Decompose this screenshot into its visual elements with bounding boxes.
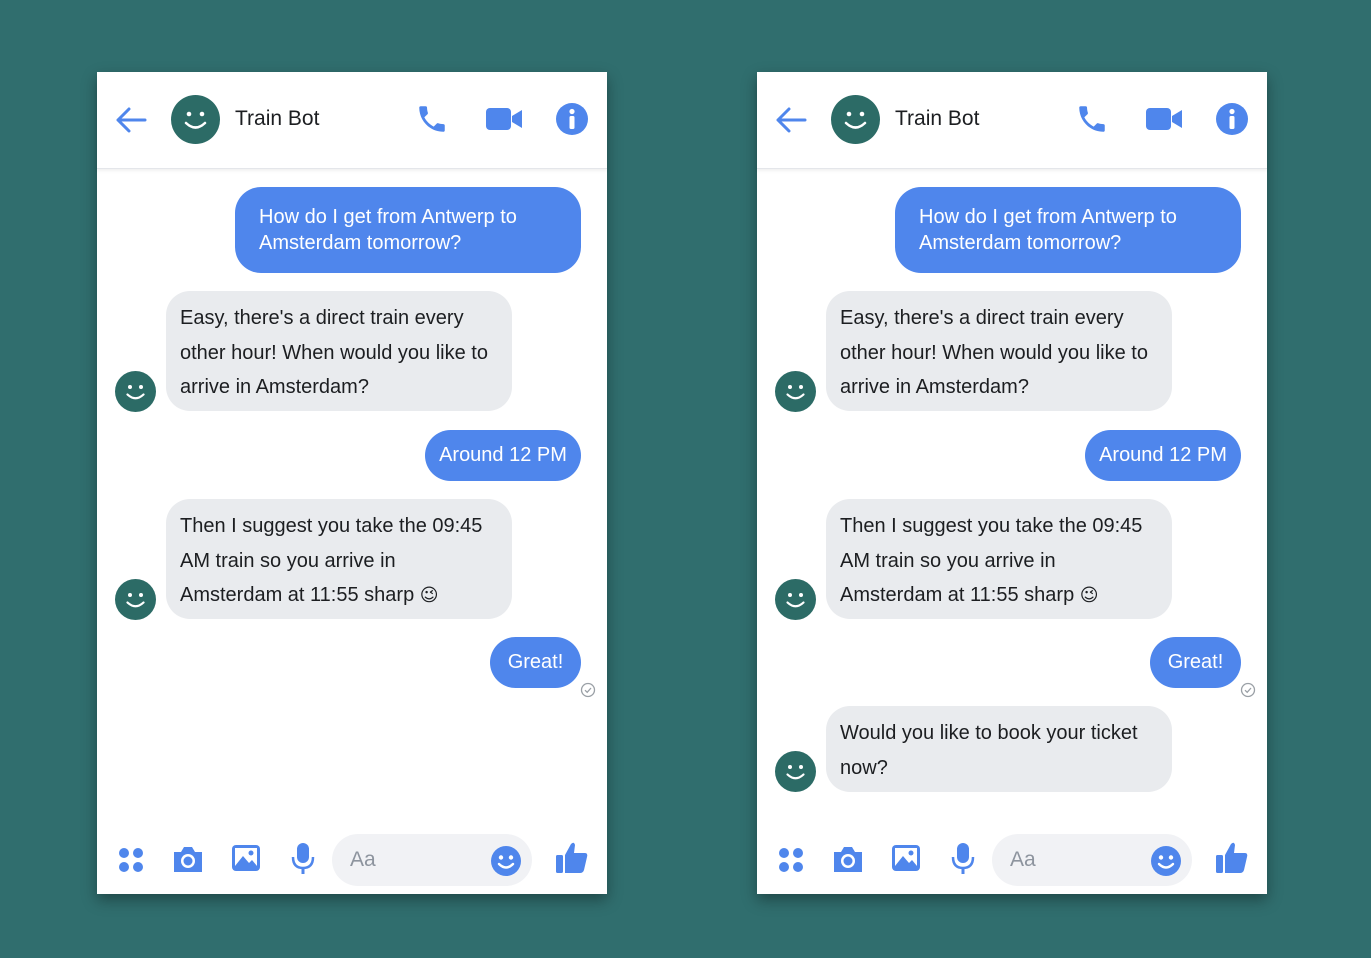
chat-header: Train Bot: [97, 72, 607, 169]
phone-icon[interactable]: [1075, 102, 1109, 136]
back-arrow-icon[interactable]: [113, 102, 149, 138]
bot-avatar[interactable]: [171, 95, 220, 144]
bot-avatar[interactable]: [831, 95, 880, 144]
phone-icon[interactable]: [415, 102, 449, 136]
bot-avatar: [775, 751, 816, 792]
info-icon[interactable]: [555, 102, 589, 136]
message-outgoing: Around 12 PM: [425, 430, 581, 481]
read-receipt-icon: [580, 682, 596, 698]
message-outgoing: How do I get from Antwerp to Amsterdam t…: [235, 187, 581, 273]
chat-window-right: Train Bot How do I get from Antwerp to A…: [757, 72, 1267, 894]
message-incoming: Easy, there's a direct train every other…: [166, 291, 512, 411]
microphone-icon[interactable]: [290, 842, 316, 876]
message-outgoing: Around 12 PM: [1085, 430, 1241, 481]
video-camera-icon[interactable]: [1145, 104, 1183, 134]
wink-emoji: 😉: [419, 585, 439, 605]
microphone-icon[interactable]: [950, 842, 976, 876]
image-icon[interactable]: [230, 842, 262, 874]
bot-avatar: [115, 579, 156, 620]
camera-icon[interactable]: [171, 844, 205, 874]
chat-header: Train Bot: [757, 72, 1267, 169]
image-icon[interactable]: [890, 842, 922, 874]
bot-avatar: [115, 371, 156, 412]
video-camera-icon[interactable]: [485, 104, 523, 134]
emoji-icon[interactable]: [1150, 845, 1182, 877]
message-outgoing: Great!: [490, 637, 581, 688]
read-receipt-icon: [1240, 682, 1256, 698]
info-icon[interactable]: [1215, 102, 1249, 136]
apps-grid-icon[interactable]: [117, 846, 145, 874]
bot-avatar: [775, 579, 816, 620]
camera-icon[interactable]: [831, 844, 865, 874]
emoji-icon[interactable]: [490, 845, 522, 877]
back-arrow-icon[interactable]: [773, 102, 809, 138]
message-outgoing: How do I get from Antwerp to Amsterdam t…: [895, 187, 1241, 273]
wink-emoji: 😉: [1079, 585, 1099, 605]
message-incoming: Then I suggest you take the 09:45 AM tra…: [166, 499, 512, 619]
chat-title: Train Bot: [895, 107, 980, 130]
chat-title: Train Bot: [235, 107, 320, 130]
chat-window-left: Train Bot How do I get from Antwerp to A…: [97, 72, 607, 894]
apps-grid-icon[interactable]: [777, 846, 805, 874]
message-incoming: Easy, there's a direct train every other…: [826, 291, 1172, 411]
message-outgoing: Great!: [1150, 637, 1241, 688]
message-incoming: Then I suggest you take the 09:45 AM tra…: [826, 499, 1172, 619]
bot-avatar: [775, 371, 816, 412]
thumbs-up-icon[interactable]: [1214, 840, 1250, 876]
message-incoming: Would you like to book your ticket now?: [826, 706, 1172, 792]
thumbs-up-icon[interactable]: [554, 840, 590, 876]
